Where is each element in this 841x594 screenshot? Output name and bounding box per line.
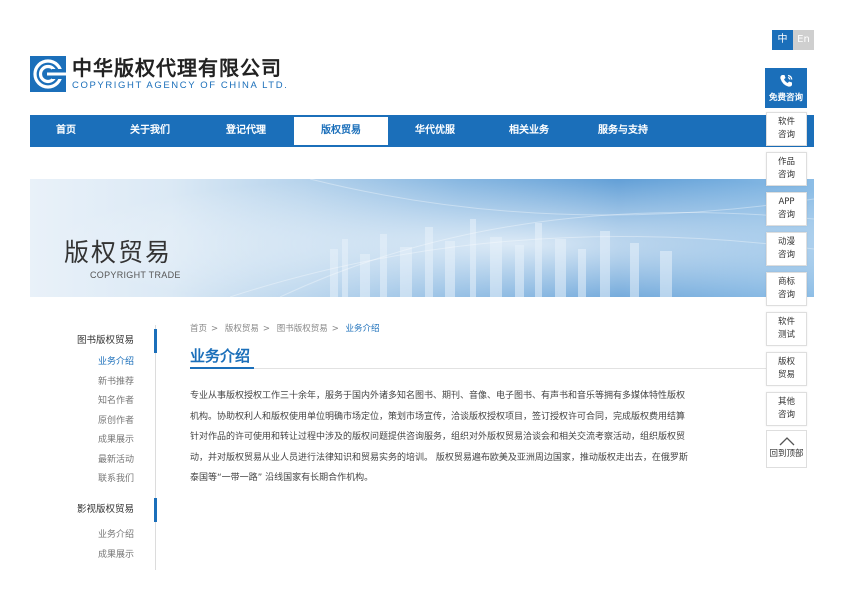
title-underline (190, 367, 254, 369)
sidebar-group-head[interactable]: 图书版权贸易 (60, 329, 157, 353)
consult-item-label: 咨询 (777, 290, 795, 300)
sidebar-item-achievements[interactable]: 成果展示 (60, 546, 156, 566)
breadcrumb: 首页 > 版权贸易 > 图书版权贸易 > 业务介绍 (190, 324, 380, 334)
consult-item[interactable]: 软件 咨询 (766, 112, 807, 146)
content-line: 动，并对版权贸易从业人员进行法律知识和贸易实务的培训。 版权贸易遍布欧美及亚洲周… (190, 452, 688, 463)
back-to-top-button[interactable]: 回到顶部 (766, 430, 807, 468)
title-divider (190, 368, 766, 369)
consult-list: 软件 咨询 作品 咨询 APP 咨询 动漫 咨询 商标 咨询 软件 测试 版权 贸易 其他 咨询 (766, 112, 807, 432)
banner: 版权贸易 COPYRIGHT TRADE (30, 179, 814, 297)
free-consult-label: 免费咨询 (768, 93, 803, 103)
banner-subtitle: COPYRIGHT TRADE (90, 270, 181, 280)
sidebar: 图书版权贸易 业务介绍 新书推荐 知名作者 原创作者 成果展示 最新活动 联系我… (60, 325, 157, 570)
lang-en-button[interactable]: En (793, 30, 814, 50)
content-line: 专业从事版权授权工作三十余年，服务于国内外诸多知名图书、期刊、音像、电子图书、有… (190, 391, 686, 401)
chevron-up-icon (779, 437, 794, 446)
sidebar-group-film: 影视版权贸易 业务介绍 成果展示 (60, 498, 157, 566)
banner-title: 版权贸易 (64, 238, 173, 267)
free-consult-button[interactable]: 免费咨询 (765, 68, 807, 108)
phone-icon (780, 74, 793, 87)
page-title: 业务介绍 (190, 347, 251, 365)
consult-item[interactable]: 其他 咨询 (766, 392, 807, 426)
consult-item[interactable]: 版权 贸易 (766, 352, 807, 386)
consult-item-label: 商标 (777, 277, 795, 287)
consult-item-label: 咨询 (777, 130, 795, 140)
sidebar-item-famous-authors[interactable]: 知名作者 (60, 392, 156, 412)
language-switch: 中 En (772, 30, 814, 50)
consult-item-label: 测试 (777, 330, 795, 340)
consult-item-label: 咨询 (777, 170, 795, 180)
consult-item-label: 动漫 (777, 237, 795, 247)
sidebar-item-intro[interactable]: 业务介绍 (60, 526, 156, 546)
consult-item[interactable]: 商标 咨询 (766, 272, 807, 306)
logo-c-icon (30, 56, 66, 92)
consult-item-label: 咨询 (777, 410, 795, 420)
main-nav: 首页 关于我们 登记代理 版权贸易 华代优服 相关业务 服务与支持 (30, 115, 814, 147)
sidebar-group-head[interactable]: 影视版权贸易 (60, 498, 157, 522)
nav-item[interactable]: 版权贸易 (294, 115, 388, 147)
content-line: 机构。协助权利人和版权使用单位明确市场定位，策划市场宣传，洽谈版权授权项目，签订… (190, 411, 686, 422)
sidebar-item-contact[interactable]: 联系我们 (60, 470, 156, 490)
back-to-top-label: 回到顶部 (769, 449, 804, 459)
nav-item[interactable]: 相关业务 (482, 115, 576, 147)
consult-item[interactable]: 作品 咨询 (766, 152, 807, 186)
lang-zh-button[interactable]: 中 (772, 30, 793, 50)
consult-item[interactable]: APP 咨询 (766, 192, 807, 226)
sidebar-item-achievements[interactable]: 成果展示 (60, 431, 156, 451)
sidebar-item-new-books[interactable]: 新书推荐 (60, 373, 156, 393)
breadcrumb-trade[interactable]: 版权贸易 (225, 324, 259, 334)
consult-item[interactable]: 动漫 咨询 (766, 232, 807, 266)
consult-item-label: 软件 (777, 117, 795, 127)
consult-item-label: 软件 (777, 317, 795, 327)
consult-item-label: 作品 (777, 157, 795, 167)
breadcrumb-book-trade[interactable]: 图书版权贸易 (277, 324, 328, 334)
sidebar-item-events[interactable]: 最新活动 (60, 451, 156, 471)
logo-en-text: COPYRIGHT AGENCY OF CHINA LTD. (72, 80, 289, 91)
nav-item[interactable]: 登记代理 (198, 115, 294, 147)
consult-item-label: 咨询 (777, 210, 795, 220)
consult-item-label: APP (778, 197, 795, 207)
sidebar-group-book: 图书版权贸易 业务介绍 新书推荐 知名作者 原创作者 成果展示 最新活动 联系我… (60, 329, 157, 490)
breadcrumb-home[interactable]: 首页 (190, 324, 207, 334)
consult-item-label: 其他 (777, 397, 795, 407)
content-body: 专业从事版权授权工作三十余年，服务于国内外诸多知名图书、期刊、音像、电子图书、有… (190, 386, 766, 489)
nav-item[interactable]: 华代优服 (388, 115, 482, 147)
consult-item[interactable]: 软件 测试 (766, 312, 807, 346)
breadcrumb-current: 业务介绍 (345, 324, 380, 334)
sidebar-item-intro[interactable]: 业务介绍 (60, 353, 156, 373)
nav-item[interactable]: 服务与支持 (576, 115, 670, 147)
logo-cn-text: 中华版权代理有限公司 (72, 56, 282, 80)
company-logo[interactable]: 中华版权代理有限公司 COPYRIGHT AGENCY OF CHINA LTD… (30, 56, 288, 92)
sidebar-item-original-authors[interactable]: 原创作者 (60, 412, 156, 432)
consult-item-label: 贸易 (777, 370, 795, 380)
content-line: 针对作品的许可使用和转让过程中涉及的版权问题提供咨询服务，组织对外版权贸易洽谈会… (190, 432, 686, 442)
nav-item[interactable]: 首页 (30, 115, 102, 147)
nav-item[interactable]: 关于我们 (102, 115, 198, 147)
consult-item-label: 咨询 (777, 250, 795, 260)
consult-item-label: 版权 (777, 357, 795, 367)
content-line: 泰国等“一带一路” 沿线国家有长期合作机构。 (190, 473, 374, 483)
